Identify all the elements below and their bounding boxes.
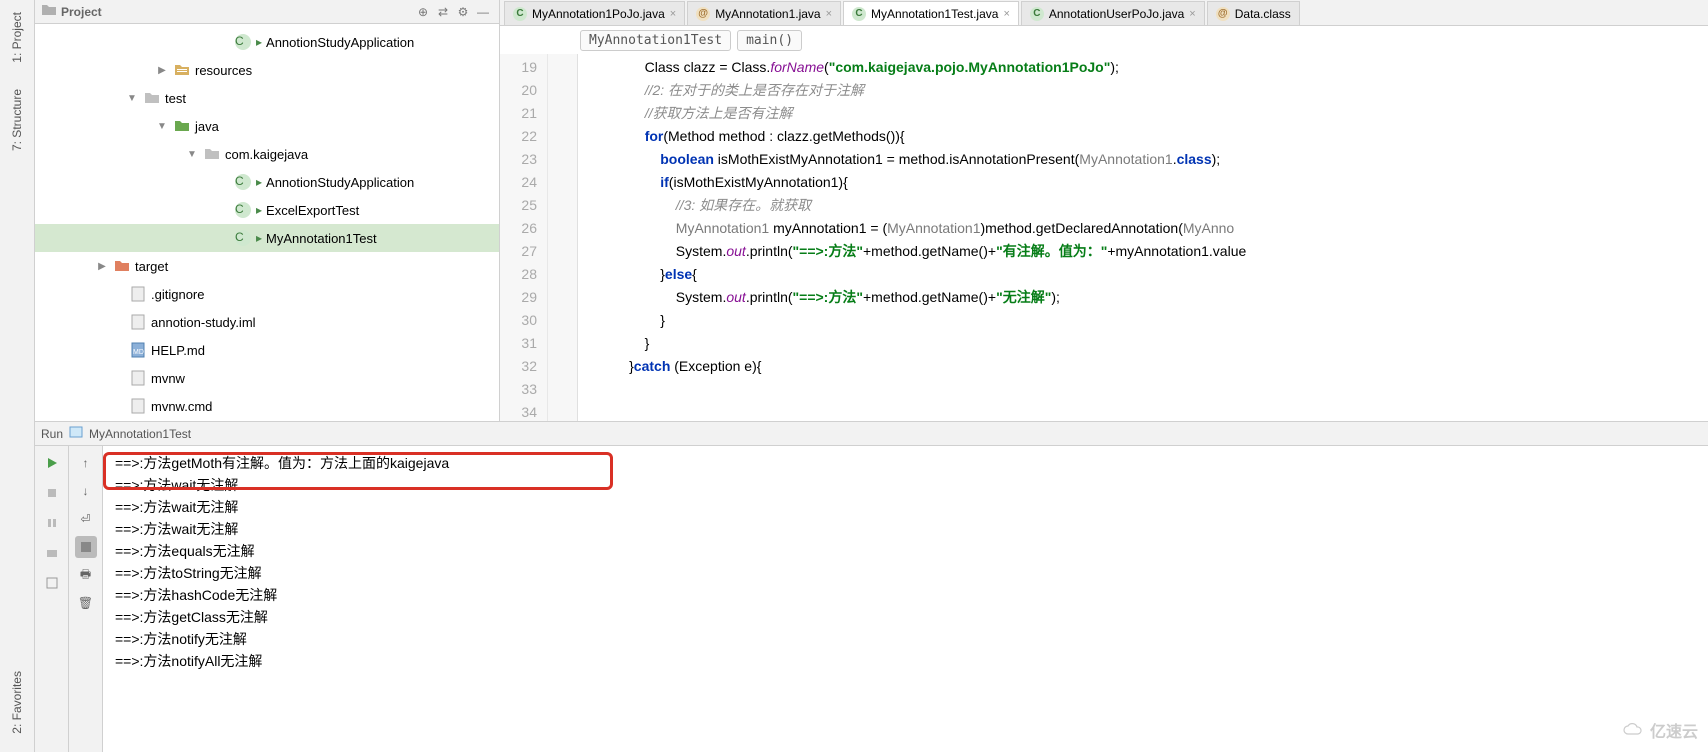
- tree-help[interactable]: MD HELP.md: [35, 336, 499, 364]
- down-button[interactable]: ↓: [75, 480, 97, 502]
- svg-text:MD: MD: [133, 349, 144, 356]
- close-icon[interactable]: ×: [1189, 8, 1195, 20]
- hide-icon[interactable]: —: [473, 2, 493, 22]
- code-editor[interactable]: 19202122232425262728293031323334 Class c…: [500, 54, 1708, 421]
- tab-annotation[interactable]: @MyAnnotation1.java×: [687, 1, 841, 25]
- expand-icon[interactable]: ⇄: [433, 2, 453, 22]
- dump-button[interactable]: [41, 542, 63, 564]
- project-title: Project: [61, 5, 102, 19]
- gear-icon[interactable]: ⚙: [453, 2, 473, 22]
- tree-class-apptest[interactable]: C ▸ AnnotionStudyApplication: [35, 168, 499, 196]
- console-line: ==>:方法toString无注解: [115, 562, 1696, 584]
- tree-gitignore[interactable]: .gitignore: [35, 280, 499, 308]
- editor-tabs: CMyAnnotation1PoJo.java× @MyAnnotation1.…: [500, 0, 1708, 26]
- layout-button[interactable]: [41, 572, 63, 594]
- marker-gutter: [548, 54, 578, 421]
- console-line: ==>:方法wait无注解: [115, 496, 1696, 518]
- code-lines[interactable]: Class clazz = Class.forName("com.kaigeja…: [578, 54, 1708, 421]
- console-line: ==>:方法notify无注解: [115, 628, 1696, 650]
- console-line: ==>:方法getClass无注解: [115, 606, 1696, 628]
- tree-package[interactable]: ▼ com.kaigejava: [35, 140, 499, 168]
- tab-structure[interactable]: 7: Structure: [8, 81, 26, 159]
- tree-class-excel[interactable]: C ▸ ExcelExportTest: [35, 196, 499, 224]
- close-icon[interactable]: ×: [670, 8, 676, 20]
- rerun-button[interactable]: [41, 452, 63, 474]
- project-icon: [41, 3, 57, 20]
- run-config-name[interactable]: MyAnnotation1Test: [89, 427, 191, 441]
- run-label: Run: [41, 427, 63, 441]
- tree-class-app[interactable]: C ▸ AnnotionStudyApplication: [35, 28, 499, 56]
- line-gutter: 19202122232425262728293031323334: [500, 54, 548, 421]
- scroll-button[interactable]: [75, 536, 97, 558]
- console-line: ==>:方法wait无注解: [115, 474, 1696, 496]
- tree-mvnwcmd[interactable]: mvnw.cmd: [35, 392, 499, 420]
- run-toolbar-secondary: ↑ ↓ ⏎ 🖶 🗑: [69, 446, 103, 752]
- left-tool-strip: 1: Project 7: Structure 2: Favorites: [0, 0, 35, 752]
- wrap-button[interactable]: ⏎: [75, 508, 97, 530]
- clear-button[interactable]: 🗑: [75, 592, 97, 614]
- project-tree[interactable]: C ▸ AnnotionStudyApplication ▶ resources…: [35, 24, 499, 421]
- tree-mvnw[interactable]: mvnw: [35, 364, 499, 392]
- run-config-icon: [69, 425, 83, 442]
- up-button[interactable]: ↑: [75, 452, 97, 474]
- tree-test[interactable]: ▼ test: [35, 84, 499, 112]
- run-toolbar-primary: [35, 446, 69, 752]
- console-line: ==>:方法hashCode无注解: [115, 584, 1696, 606]
- breadcrumb: MyAnnotation1Test main(): [500, 26, 1708, 54]
- tree-resources[interactable]: ▶ resources: [35, 56, 499, 84]
- breadcrumb-method[interactable]: main(): [737, 30, 802, 51]
- tab-project[interactable]: 1: Project: [8, 4, 26, 71]
- close-icon[interactable]: ×: [826, 8, 832, 20]
- editor-panel: CMyAnnotation1PoJo.java× @MyAnnotation1.…: [500, 0, 1708, 421]
- tab-dataclass[interactable]: @Data.class: [1207, 1, 1300, 25]
- tab-test-active[interactable]: CMyAnnotation1Test.java×: [843, 1, 1019, 25]
- tree-iml[interactable]: annotion-study.iml: [35, 308, 499, 336]
- console-line: ==>:方法notifyAll无注解: [115, 650, 1696, 672]
- run-tool-window: Run MyAnnotation1Test ↑ ↓ ⏎: [35, 422, 1708, 752]
- project-tool-window: Project ⊕ ⇄ ⚙ — C ▸ AnnotionStudyApplica…: [35, 0, 500, 421]
- tree-target[interactable]: ▶ target: [35, 252, 499, 280]
- watermark: 亿速云: [1622, 718, 1698, 742]
- close-icon[interactable]: ×: [1003, 8, 1009, 20]
- pause-button[interactable]: [41, 512, 63, 534]
- tab-userpojo[interactable]: CAnnotationUserPoJo.java×: [1021, 1, 1205, 25]
- stop-button[interactable]: [41, 482, 63, 504]
- tab-favorites[interactable]: 2: Favorites: [8, 663, 26, 742]
- project-header: Project ⊕ ⇄ ⚙ —: [35, 0, 499, 24]
- print-button[interactable]: 🖶: [75, 564, 97, 586]
- tree-java[interactable]: ▼ java: [35, 112, 499, 140]
- tree-class-myannotation1test[interactable]: C ▸ MyAnnotation1Test: [35, 224, 499, 252]
- console-line: ==>:方法equals无注解: [115, 540, 1696, 562]
- console-line: ==>:方法wait无注解: [115, 518, 1696, 540]
- locate-icon[interactable]: ⊕: [413, 2, 433, 22]
- console-line: ==>:方法getMoth有注解。值为：方法上面的kaigejava: [115, 452, 1696, 474]
- breadcrumb-class[interactable]: MyAnnotation1Test: [580, 30, 731, 51]
- tab-pojo[interactable]: CMyAnnotation1PoJo.java×: [504, 1, 685, 25]
- console-output[interactable]: ==>:方法getMoth有注解。值为：方法上面的kaigejava ==>:方…: [103, 446, 1708, 752]
- run-header: Run MyAnnotation1Test: [35, 422, 1708, 446]
